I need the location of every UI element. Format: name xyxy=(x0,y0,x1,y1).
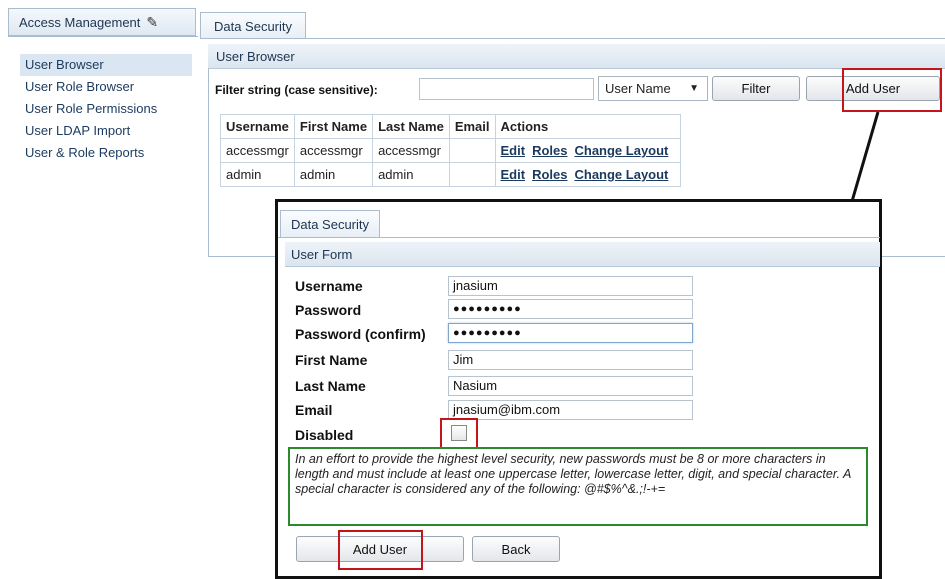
cell-first-name: admin xyxy=(293,162,374,187)
change-layout-link[interactable]: Change Layout xyxy=(574,143,668,158)
cell-username: admin xyxy=(220,162,295,187)
username-label: Username xyxy=(295,278,363,294)
filter-input[interactable] xyxy=(419,78,594,100)
first-name-field[interactable]: Jim xyxy=(448,350,693,370)
cell-actions: Edit Roles Change Layout xyxy=(494,162,682,187)
email-label: Email xyxy=(295,402,333,418)
tab-divider xyxy=(200,38,945,39)
dialog-add-user-highlight xyxy=(338,530,423,570)
sidebar-item-user-role-reports[interactable]: User & Role Reports xyxy=(20,142,192,164)
table-row: admin admin admin Edit Roles Change Layout xyxy=(220,162,682,187)
first-name-label: First Name xyxy=(295,352,368,368)
column-header-first-name: First Name xyxy=(293,114,374,139)
filter-field-select[interactable]: User Name ▼ xyxy=(598,76,708,101)
password-confirm-label: Password (confirm) xyxy=(295,326,426,342)
column-header-last-name: Last Name xyxy=(372,114,450,139)
username-field[interactable]: jnasium xyxy=(448,276,693,296)
cell-username: accessmgr xyxy=(220,138,295,163)
sidebar-item-user-role-browser[interactable]: User Role Browser xyxy=(20,76,192,98)
access-management-tab[interactable]: Access Management ✎ xyxy=(8,8,196,36)
column-header-email: Email xyxy=(448,114,496,139)
access-management-label: Access Management xyxy=(19,14,141,30)
disabled-checkbox-highlight xyxy=(440,418,478,449)
column-header-username: Username xyxy=(220,114,295,139)
password-label: Password xyxy=(295,302,362,318)
filter-button[interactable]: Filter xyxy=(712,76,800,101)
tab-data-security[interactable]: Data Security xyxy=(200,12,306,39)
sidebar-item-user-browser[interactable]: User Browser xyxy=(20,54,192,76)
disabled-label: Disabled xyxy=(295,427,354,443)
password-field[interactable]: ●●●●●●●●● xyxy=(448,299,693,319)
filter-label: Filter string (case sensitive): xyxy=(215,83,378,97)
last-name-field[interactable]: Nasium xyxy=(448,376,693,396)
filter-field-value: User Name xyxy=(605,81,671,96)
sidebar-item-user-role-permissions[interactable]: User Role Permissions xyxy=(20,98,192,120)
password-policy-notice: In an effort to provide the highest leve… xyxy=(288,447,868,526)
last-name-label: Last Name xyxy=(295,378,366,394)
roles-link[interactable]: Roles xyxy=(532,167,567,182)
cell-last-name: accessmgr xyxy=(372,138,450,163)
cell-actions: Edit Roles Change Layout xyxy=(494,138,682,163)
change-layout-link[interactable]: Change Layout xyxy=(574,167,668,182)
sidebar-item-user-ldap-import[interactable]: User LDAP Import xyxy=(20,120,192,142)
roles-link[interactable]: Roles xyxy=(532,143,567,158)
column-header-actions: Actions xyxy=(494,114,682,139)
edit-link[interactable]: Edit xyxy=(501,167,526,182)
email-field[interactable]: jnasium@ibm.com xyxy=(448,400,693,420)
cell-first-name: accessmgr xyxy=(293,138,374,163)
pencil-icon[interactable]: ✎ xyxy=(146,14,158,31)
chevron-down-icon: ▼ xyxy=(689,83,699,94)
cell-email xyxy=(448,138,496,163)
sidebar-divider xyxy=(8,36,198,37)
dialog-tab-data-security[interactable]: Data Security xyxy=(280,210,380,238)
cell-last-name: admin xyxy=(372,162,450,187)
user-browser-title: User Browser xyxy=(208,44,945,69)
table-header-row: Username First Name Last Name Email Acti… xyxy=(220,114,682,139)
user-form-title: User Form xyxy=(285,242,880,267)
cell-email xyxy=(448,162,496,187)
back-button[interactable]: Back xyxy=(472,536,560,562)
password-confirm-field[interactable]: ●●●●●●●●● xyxy=(448,323,693,343)
edit-link[interactable]: Edit xyxy=(501,143,526,158)
table-row: accessmgr accessmgr accessmgr Edit Roles C… xyxy=(220,138,682,163)
dialog-tab-divider xyxy=(278,237,880,238)
user-table: Username First Name Last Name Email Acti… xyxy=(220,114,682,187)
